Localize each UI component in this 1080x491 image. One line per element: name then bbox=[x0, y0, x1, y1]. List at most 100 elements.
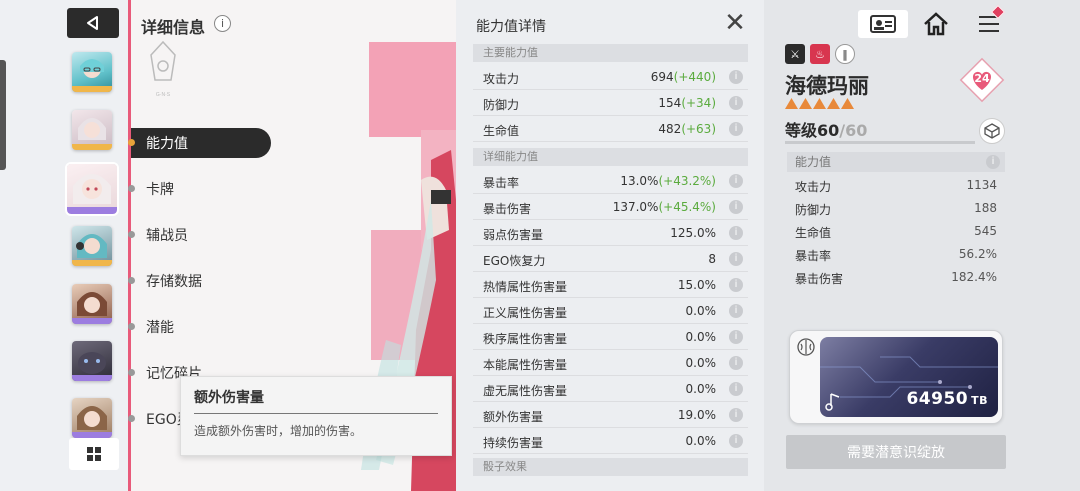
menu-dot-icon bbox=[128, 185, 135, 192]
stat-label: 秩序属性伤害量 bbox=[483, 332, 568, 346]
stat-base-value: 0.0% bbox=[685, 382, 717, 396]
stat-row: 虚无属性伤害量 0.0% i bbox=[473, 376, 748, 402]
character-name: 海德玛丽 bbox=[785, 74, 869, 98]
info-icon[interactable]: i bbox=[729, 434, 743, 448]
avatar-character-1[interactable] bbox=[72, 52, 112, 92]
star-icon bbox=[841, 98, 854, 109]
home-button[interactable] bbox=[922, 10, 950, 38]
profile-card-button[interactable] bbox=[858, 10, 908, 38]
menu-item-label: 辅战员 bbox=[146, 228, 188, 244]
summary-stat-row: 防御力 188 bbox=[787, 198, 1005, 221]
stat-base-value: 0.0% bbox=[685, 304, 717, 318]
menu-item-cards[interactable]: 卡牌 bbox=[128, 174, 271, 204]
info-icon[interactable]: i bbox=[729, 200, 743, 214]
level-progress-bar bbox=[785, 141, 975, 144]
storage-amount: 64950 bbox=[906, 389, 969, 409]
avatar-character-selected[interactable] bbox=[65, 162, 119, 216]
info-icon[interactable]: i bbox=[729, 252, 743, 266]
info-icon[interactable]: i bbox=[214, 15, 231, 32]
avatar-character-6[interactable] bbox=[72, 341, 112, 381]
avatar-character-2[interactable] bbox=[72, 110, 112, 150]
flame-icon: ♨ bbox=[810, 44, 830, 64]
avatar-character-4[interactable] bbox=[72, 226, 112, 266]
menu-item-storage[interactable]: 存储数据 bbox=[128, 266, 271, 296]
info-icon[interactable]: i bbox=[729, 382, 743, 396]
stat-row: 攻击力 694(+440) i bbox=[473, 64, 748, 90]
tooltip-description: 造成额外伤害时，增加的伤害。 bbox=[194, 424, 363, 438]
stat-base-value: 19.0% bbox=[677, 408, 716, 422]
summary-stats-title: 能力值 bbox=[795, 155, 832, 169]
info-icon[interactable]: i bbox=[729, 70, 743, 84]
stat-bonus-value: (+34) bbox=[681, 96, 716, 110]
avatar-character-7[interactable] bbox=[72, 398, 112, 438]
menu-dot-icon bbox=[128, 415, 135, 422]
stat-value: 13.0%(+43.2%) bbox=[620, 174, 716, 188]
stat-value: 15.0% bbox=[678, 278, 716, 292]
stat-row: EGO恢复力 8 i bbox=[473, 246, 748, 272]
stat-row: 本能属性伤害量 0.0% i bbox=[473, 350, 748, 376]
storage-value: 64950 TB bbox=[906, 389, 988, 409]
stat-value: 0.0% bbox=[686, 356, 717, 370]
affection-badge[interactable]: 24 bbox=[959, 57, 1005, 103]
music-note-icon bbox=[825, 393, 840, 411]
close-button[interactable]: ✕ bbox=[723, 10, 747, 36]
home-icon bbox=[924, 12, 948, 36]
info-icon[interactable]: i bbox=[729, 304, 743, 318]
edge-handle[interactable] bbox=[0, 60, 6, 170]
summary-stat-value: 188 bbox=[974, 201, 997, 215]
svg-text:G·N·S: G·N·S bbox=[156, 92, 171, 98]
menu-item-label: 能力值 bbox=[146, 136, 188, 152]
section-header-main: 主要能力值 bbox=[473, 44, 748, 62]
summary-stat-row: 攻击力 1134 bbox=[787, 175, 1005, 198]
stat-label: 本能属性伤害量 bbox=[483, 358, 568, 372]
cube-button[interactable] bbox=[979, 118, 1005, 144]
stat-row: 暴击伤害 137.0%(+45.4%) i bbox=[473, 194, 748, 220]
stat-value: 0.0% bbox=[686, 382, 717, 396]
stat-base-value: 13.0% bbox=[620, 174, 659, 188]
stat-bonus-value: (+440) bbox=[673, 70, 716, 84]
tooltip-title: 额外伤害量 bbox=[194, 387, 438, 414]
stat-detail-panel: 能力值详情 ✕ 主要能力值 攻击力 694(+440) i 防御力 154(+34) i 生… bbox=[456, 0, 764, 491]
cube-icon bbox=[984, 123, 1000, 139]
info-icon[interactable]: i bbox=[729, 356, 743, 370]
info-icon[interactable]: i bbox=[729, 174, 743, 188]
menu-dot-icon bbox=[128, 369, 135, 376]
info-icon[interactable]: i bbox=[729, 96, 743, 110]
stat-value: 154(+34) bbox=[658, 96, 716, 110]
summary-stat-row: 暴击率 56.2% bbox=[787, 244, 1005, 267]
summary-stat-label: 暴击率 bbox=[795, 249, 832, 263]
main-menu-button[interactable] bbox=[975, 4, 1006, 38]
info-icon[interactable]: i bbox=[729, 330, 743, 344]
stat-label: 暴击伤害 bbox=[483, 202, 532, 216]
avatar-character-5[interactable] bbox=[72, 284, 112, 324]
menu-item-potential[interactable]: 潜能 bbox=[128, 312, 271, 342]
info-icon[interactable]: i bbox=[729, 226, 743, 240]
info-icon[interactable]: i bbox=[729, 408, 743, 422]
menu-dot-icon bbox=[128, 231, 135, 238]
info-icon[interactable]: i bbox=[729, 122, 743, 136]
star-icon bbox=[785, 98, 798, 109]
menu-dot-icon bbox=[128, 277, 135, 284]
level-label: 等级 bbox=[785, 121, 818, 140]
stat-base-value: 8 bbox=[708, 252, 716, 266]
menu-item-support[interactable]: 辅战员 bbox=[128, 220, 271, 250]
stat-row: 持续伤害量 0.0% i bbox=[473, 428, 748, 454]
storage-card[interactable]: 64950 TB bbox=[789, 330, 1003, 424]
level-max: /60 bbox=[839, 121, 868, 140]
back-button[interactable] bbox=[67, 8, 119, 38]
subconscious-release-button[interactable]: 需要潜意识绽放 bbox=[786, 435, 1006, 469]
grid-view-button[interactable] bbox=[69, 438, 119, 470]
stat-label: 持续伤害量 bbox=[483, 436, 544, 450]
summary-stat-value: 56.2% bbox=[958, 247, 997, 261]
stat-value: 694(+440) bbox=[651, 70, 716, 84]
info-icon[interactable]: i bbox=[729, 278, 743, 292]
stat-base-value: 15.0% bbox=[677, 278, 716, 292]
stat-base-value: 0.0% bbox=[685, 330, 717, 344]
stat-row: 防御力 154(+34) i bbox=[473, 90, 748, 116]
stat-value: 137.0%(+45.4%) bbox=[613, 200, 716, 214]
menu-item-stats[interactable]: 能力值 bbox=[128, 128, 271, 158]
stat-row: 秩序属性伤害量 0.0% i bbox=[473, 324, 748, 350]
summary-stat-value: 545 bbox=[974, 224, 997, 238]
star-rating bbox=[785, 98, 854, 109]
info-icon[interactable]: i bbox=[986, 155, 1000, 169]
